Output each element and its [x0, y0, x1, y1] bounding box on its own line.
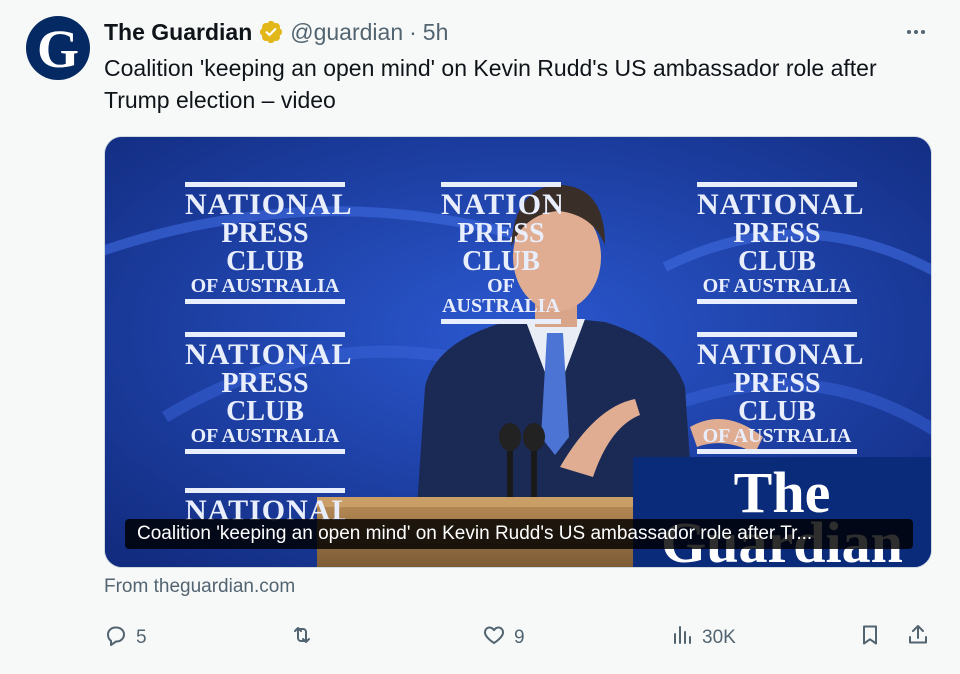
- backdrop-logo-line: PRESS CLUB: [733, 368, 821, 427]
- timestamp[interactable]: 5h: [423, 19, 449, 46]
- backdrop-logo-line: NATIONAL: [185, 188, 353, 221]
- backdrop-logo: NATIONAL PRESS CLUB OF AUSTRALIA: [185, 179, 353, 307]
- avatar[interactable]: G: [26, 16, 90, 80]
- reply-count: 5: [136, 627, 147, 648]
- tweet-header: The Guardian @guardian · 5h: [104, 16, 448, 48]
- video-thumbnail[interactable]: NATIONAL PRESS CLUB OF AUSTRALIA NATIONA…: [104, 136, 932, 568]
- verified-badge-icon[interactable]: [258, 19, 284, 45]
- avatar-letter: G: [36, 19, 79, 79]
- separator-dot: ·: [409, 18, 417, 45]
- backdrop-logo-line: NATIONAL: [697, 188, 865, 221]
- backdrop-logo-line: OF AUSTRALIA: [190, 425, 340, 447]
- share-button[interactable]: [906, 622, 930, 654]
- bookmark-icon: [858, 623, 882, 653]
- display-name[interactable]: The Guardian: [104, 19, 252, 46]
- reply-button[interactable]: 5: [104, 622, 147, 654]
- handle[interactable]: @guardian: [290, 19, 403, 46]
- views-count: 30K: [702, 627, 736, 648]
- backdrop-logo-line: NATIONAL: [185, 338, 353, 371]
- backdrop-logo-line: PRESS CLUB: [457, 218, 545, 277]
- retweet-button[interactable]: [290, 622, 322, 654]
- share-icon: [906, 623, 930, 653]
- backdrop-logo-line: OF AUSTRALIA: [190, 275, 340, 297]
- tweet-text: Coalition 'keeping an open mind' on Kevi…: [104, 55, 877, 113]
- video-caption: Coalition 'keeping an open mind' on Kevi…: [125, 519, 913, 549]
- link-source[interactable]: From theguardian.com: [104, 576, 295, 598]
- like-icon: [482, 623, 506, 653]
- backdrop-logo: NATIONAL PRESS CLUB OF AUSTRALIA: [441, 179, 561, 327]
- reply-icon: [104, 623, 128, 653]
- guardian-watermark: The Guardian: [633, 457, 931, 567]
- backdrop-logo-line: OF AUSTRALIA: [442, 275, 560, 317]
- views-icon: [670, 623, 694, 653]
- like-count: 9: [514, 627, 525, 648]
- bookmark-button[interactable]: [858, 622, 882, 654]
- backdrop-logo: NATIONAL PRESS CLUB OF AUSTRALIA: [185, 329, 353, 457]
- backdrop-logo-line: NATIONAL: [441, 188, 561, 221]
- backdrop-logo: NATIONAL PRESS CLUB OF AUSTRALIA: [697, 329, 865, 457]
- like-button[interactable]: 9: [482, 622, 525, 654]
- retweet-icon: [290, 623, 314, 653]
- tweet-card[interactable]: G The Guardian @guardian · 5h Coalition …: [0, 0, 960, 674]
- more-options-icon[interactable]: [902, 18, 930, 46]
- backdrop-logo: NATIONAL PRESS CLUB OF AUSTRALIA: [697, 179, 865, 307]
- tweet-actions: 5 9 30K: [104, 622, 938, 654]
- views-button[interactable]: 30K: [670, 622, 736, 654]
- backdrop-logo-line: PRESS CLUB: [221, 218, 309, 277]
- backdrop-logo-line: NATIONAL: [697, 338, 865, 371]
- backdrop-logo-line: PRESS CLUB: [733, 218, 821, 277]
- backdrop-logo-line: OF AUSTRALIA: [702, 275, 852, 297]
- backdrop-logo-line: OF AUSTRALIA: [702, 425, 852, 447]
- backdrop-logo-line: PRESS CLUB: [221, 368, 309, 427]
